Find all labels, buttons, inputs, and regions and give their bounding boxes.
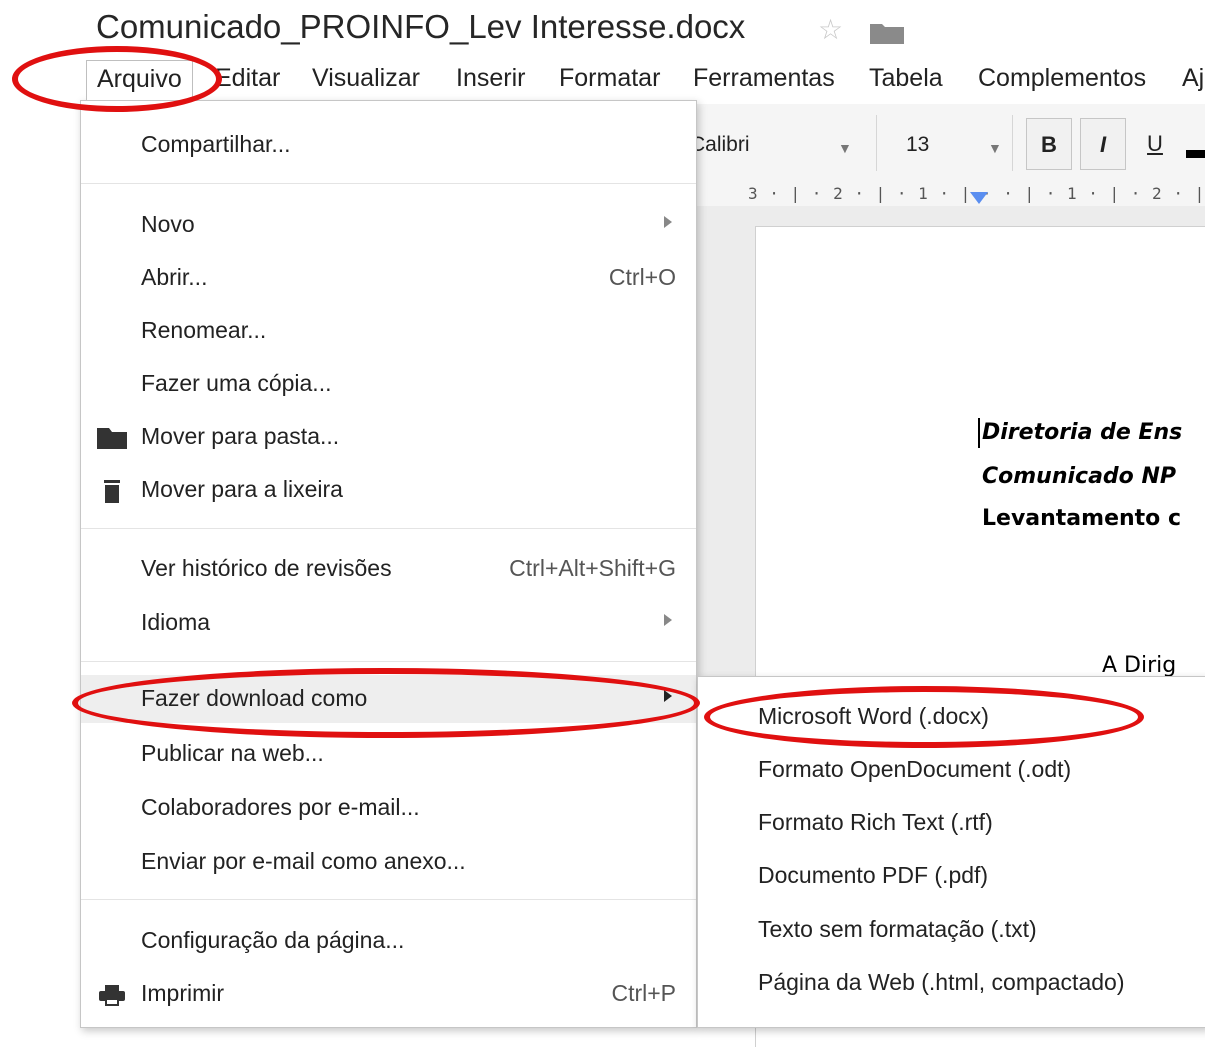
menu-item-fazer-copia[interactable]: Fazer uma cópia... (81, 360, 696, 408)
menu-item-label: Abrir... (141, 264, 208, 290)
menu-divider (81, 528, 696, 529)
font-selector[interactable]: Calibri (690, 133, 750, 157)
shortcut-label: Ctrl+Alt+Shift+G (509, 555, 676, 581)
annotation-ellipse-docx (704, 686, 1144, 748)
submenu-arrow-icon (664, 216, 672, 228)
italic-button[interactable]: I (1080, 118, 1126, 170)
shortcut-label: Ctrl+P (611, 980, 676, 1006)
shortcut-label: Ctrl+O (608, 264, 676, 290)
toolbar-divider (876, 115, 877, 171)
menu-item-renomear[interactable]: Renomear... (81, 307, 696, 355)
menu-ferramentas[interactable]: Ferramentas (693, 64, 835, 93)
star-icon[interactable]: ☆ (818, 13, 843, 46)
menu-item-label: Compartilhar... (141, 131, 291, 157)
menu-ajuda[interactable]: Aj (1182, 64, 1204, 93)
submenu-item-label: Formato OpenDocument (.odt) (758, 756, 1072, 782)
annotation-ellipse-download (72, 668, 700, 738)
bold-button[interactable]: B (1026, 118, 1072, 170)
menu-item-label: Mover para pasta... (141, 423, 340, 449)
menu-item-idioma[interactable]: Idioma (81, 599, 696, 647)
menu-item-imprimir[interactable]: Imprimir Ctrl+P (81, 970, 696, 1018)
menu-item-label: Colaboradores por e-mail... (141, 794, 420, 820)
menu-item-label: Idioma (141, 609, 211, 635)
annotation-ellipse-arquivo (12, 46, 222, 112)
font-size-selector[interactable]: 13 (906, 133, 929, 157)
folder-icon (97, 428, 127, 449)
menu-item-label: Renomear... (141, 317, 267, 343)
download-pdf[interactable]: Documento PDF (.pdf) (698, 850, 1205, 900)
download-html[interactable]: Página da Web (.html, compactado) (698, 957, 1205, 1007)
menu-visualizar[interactable]: Visualizar (312, 64, 420, 93)
doc-line: A Dirig (1102, 653, 1177, 678)
trash-icon (104, 480, 120, 503)
menu-tabela[interactable]: Tabela (869, 64, 943, 93)
chevron-down-icon[interactable]: ▼ (988, 140, 1002, 156)
menu-inserir[interactable]: Inserir (456, 64, 525, 93)
menu-item-historico[interactable]: Ver histórico de revisões Ctrl+Alt+Shift… (81, 545, 696, 593)
underline-button[interactable]: U (1132, 118, 1178, 170)
menu-item-label: Novo (141, 211, 195, 237)
download-txt[interactable]: Texto sem formatação (.txt) (698, 904, 1205, 954)
menu-item-novo[interactable]: Novo (81, 201, 696, 249)
download-odt[interactable]: Formato OpenDocument (.odt) (698, 744, 1205, 794)
document-title[interactable]: Comunicado_PROINFO_Lev Interesse.docx (96, 8, 745, 46)
toolbar (690, 104, 1205, 185)
menu-formatar[interactable]: Formatar (559, 64, 660, 93)
menu-complementos[interactable]: Complementos (978, 64, 1146, 93)
doc-line: Levantamento c (982, 506, 1181, 531)
menu-item-label: Fazer uma cópia... (141, 370, 332, 396)
menu-item-label: Ver histórico de revisões (141, 555, 392, 581)
submenu-arrow-icon (664, 614, 672, 626)
menu-item-colaboradores[interactable]: Colaboradores por e-mail... (81, 784, 696, 832)
submenu-item-label: Formato Rich Text (.rtf) (758, 809, 993, 835)
text-color-swatch[interactable] (1186, 150, 1205, 158)
menu-item-label: Mover para a lixeira (141, 476, 343, 502)
doc-line: Comunicado NP (982, 464, 1176, 489)
chevron-down-icon[interactable]: ▼ (838, 140, 852, 156)
menu-item-enviar-anexo[interactable]: Enviar por e-mail como anexo... (81, 838, 696, 886)
text-cursor (978, 418, 980, 448)
menu-item-label: Configuração da página... (141, 927, 405, 953)
menu-divider (81, 183, 696, 184)
doc-line: Diretoria de Ens (982, 420, 1183, 445)
menu-item-abrir[interactable]: Abrir... Ctrl+O (81, 254, 696, 302)
folder-icon[interactable] (870, 22, 904, 44)
menu-item-label: Enviar por e-mail como anexo... (141, 848, 466, 874)
menu-item-configuracao[interactable]: Configuração da página... (81, 917, 696, 965)
menu-item-compartilhar[interactable]: Compartilhar... (81, 121, 696, 169)
printer-icon (99, 985, 125, 1006)
submenu-item-label: Documento PDF (.pdf) (758, 862, 989, 888)
menu-item-mover-pasta[interactable]: Mover para pasta... (81, 413, 696, 461)
menu-divider (81, 661, 696, 662)
indent-marker[interactable] (970, 192, 988, 204)
menu-divider (81, 899, 696, 900)
menu-editar[interactable]: Editar (215, 64, 280, 93)
menu-item-label: Imprimir (141, 980, 225, 1006)
menu-item-label: Publicar na web... (141, 740, 324, 766)
submenu-item-label: Página da Web (.html, compactado) (758, 969, 1125, 995)
submenu-item-label: Texto sem formatação (.txt) (758, 916, 1037, 942)
download-rtf[interactable]: Formato Rich Text (.rtf) (698, 797, 1205, 847)
file-menu: Compartilhar... Novo Abrir... Ctrl+O Ren… (80, 100, 697, 1028)
toolbar-divider (1012, 115, 1013, 171)
menu-item-lixeira[interactable]: Mover para a lixeira (81, 466, 696, 514)
